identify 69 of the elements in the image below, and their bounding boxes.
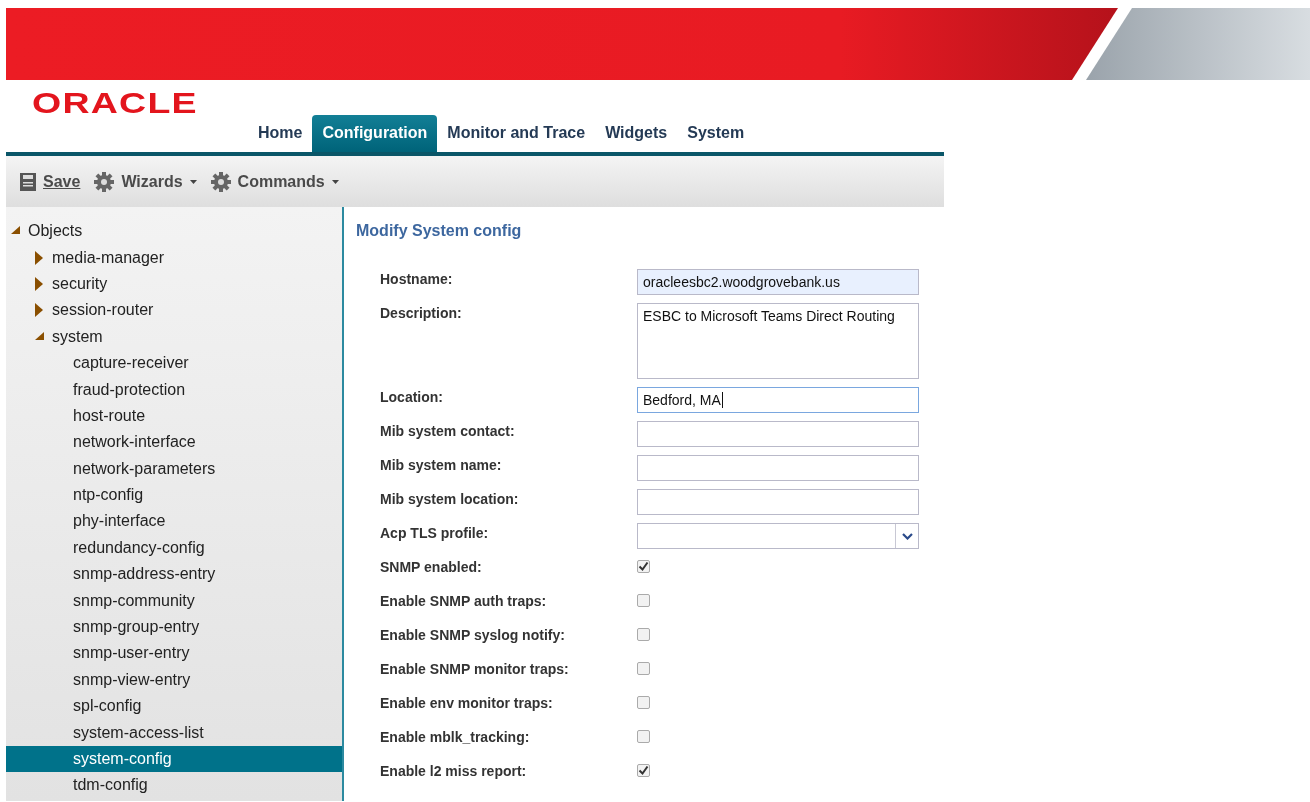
checkbox[interactable] — [637, 696, 650, 709]
caret-icon — [189, 179, 197, 184]
gear-icon — [94, 171, 115, 192]
field-label: Mib system contact: — [379, 422, 516, 441]
form-title: Modify System config — [356, 222, 523, 240]
collapsed-triangle-icon[interactable] — [34, 250, 44, 265]
tree-item[interactable]: snmp-user-entry — [73, 644, 190, 663]
collapsed-triangle-icon[interactable] — [34, 276, 44, 291]
tree-item[interactable]: snmp-view-entry — [73, 670, 191, 689]
tree-item[interactable]: media-manager — [52, 248, 165, 267]
field-label: Acp TLS profile: — [379, 524, 490, 543]
field-label: Enable SNMP monitor traps: — [379, 660, 570, 679]
toolbar-button[interactable]: Commands — [210, 171, 339, 192]
field-label: Enable env monitor traps: — [379, 694, 554, 713]
save-icon — [20, 172, 36, 191]
field-label: Enable SNMP auth traps: — [379, 592, 548, 611]
gear-icon — [210, 171, 231, 192]
checkbox[interactable] — [637, 662, 650, 675]
field-label: SNMP enabled: — [379, 558, 483, 577]
text-field[interactable]: Bedford, MA — [637, 387, 919, 413]
tree-item[interactable]: Objects — [28, 222, 83, 241]
toolbar-button[interactable]: Wizards — [94, 171, 197, 192]
checkbox[interactable] — [637, 628, 650, 641]
tree-item[interactable]: snmp-community — [73, 591, 195, 610]
tree-item[interactable]: network-interface — [73, 433, 196, 452]
tree-item[interactable]: redundancy-config — [73, 538, 205, 557]
checkbox[interactable] — [637, 730, 650, 743]
nav-tab[interactable]: Widgets — [595, 115, 678, 152]
dropdown-field[interactable] — [637, 523, 919, 549]
field-label: Mib system name: — [379, 456, 503, 475]
tree-item[interactable]: spl-config — [73, 697, 142, 716]
text-field[interactable] — [637, 455, 919, 481]
field-label: Mib system location: — [379, 490, 520, 509]
checkbox[interactable] — [637, 560, 650, 573]
nav-tab[interactable]: Home — [248, 115, 313, 152]
description-field[interactable]: ESBC to Microsoft Teams Direct Routing — [637, 303, 919, 379]
field-label: Location: — [379, 388, 444, 407]
tree-item[interactable]: ntp-config — [73, 486, 144, 505]
nav-tab[interactable]: Monitor and Trace — [437, 115, 596, 152]
field-label: Enable l2 miss report: — [379, 762, 528, 781]
checkbox[interactable] — [637, 764, 650, 777]
field-label: Description: — [379, 304, 463, 323]
nav-tab[interactable]: Configuration — [312, 115, 438, 152]
field-label: Hostname: — [379, 270, 454, 289]
checkbox[interactable] — [637, 594, 650, 607]
text-field[interactable] — [637, 489, 919, 515]
text-field[interactable] — [637, 421, 919, 447]
tree-item[interactable]: tdm-config — [73, 776, 148, 795]
tree-item[interactable]: session-router — [52, 301, 154, 320]
text-field[interactable]: oracleesbc2.woodgrovebank.us — [637, 269, 919, 295]
tree-item[interactable]: system — [52, 327, 103, 346]
tree-item[interactable]: network-parameters — [73, 459, 216, 478]
tree-item[interactable]: system-config — [73, 750, 172, 768]
tree-item[interactable]: phy-interface — [73, 512, 166, 531]
tree-item[interactable]: security — [52, 274, 108, 293]
caret-icon — [331, 179, 339, 184]
field-label: Enable mblk_tracking: — [379, 728, 531, 747]
tree-item[interactable]: capture-receiver — [73, 354, 189, 373]
tree-item[interactable]: snmp-address-entry — [73, 565, 216, 584]
nav-tab[interactable]: System — [677, 115, 755, 152]
logo: ORACLE — [32, 86, 198, 120]
chevron-down-icon — [901, 532, 913, 540]
tree-item[interactable]: system-access-list — [73, 723, 204, 742]
tree-item[interactable]: fraud-protection — [73, 380, 186, 399]
toolbar-button[interactable]: Save — [20, 172, 81, 191]
field-label: Enable SNMP syslog notify: — [379, 626, 566, 645]
collapsed-triangle-icon[interactable] — [34, 303, 44, 318]
tree-item[interactable]: host-route — [73, 406, 146, 425]
tree-item[interactable]: snmp-group-entry — [73, 618, 200, 637]
